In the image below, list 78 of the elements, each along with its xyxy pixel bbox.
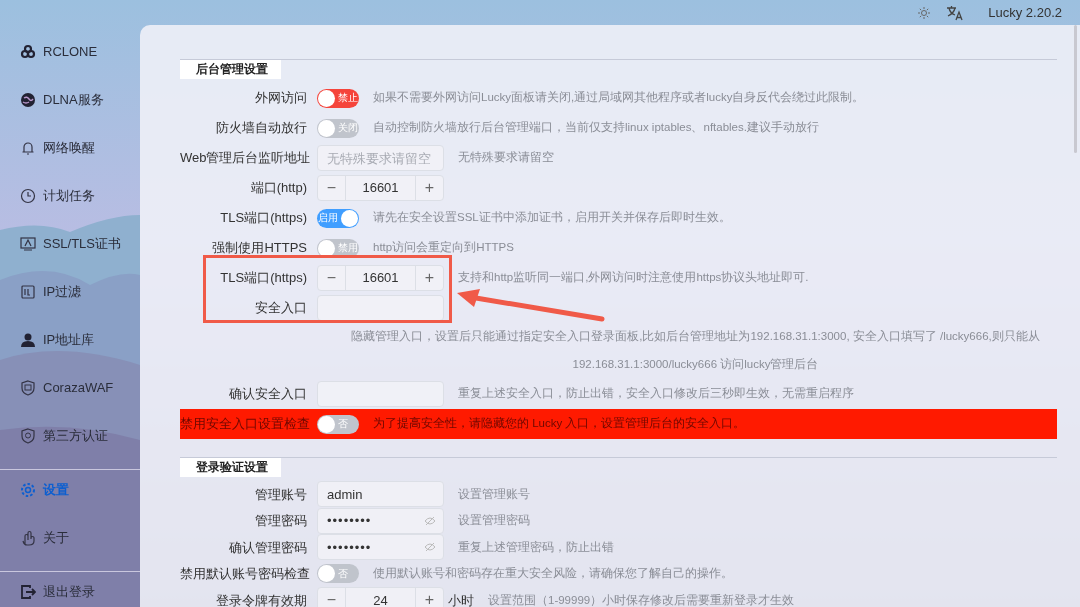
number-stepper[interactable]: − 16601 + [317, 175, 444, 201]
sidebar-item[interactable]: 计划任务 [20, 180, 95, 212]
filter-icon [20, 284, 36, 300]
hand-icon [20, 530, 36, 546]
stepper-value: 16601 [361, 269, 400, 288]
field-label: 管理密码 [254, 512, 307, 530]
text-field[interactable]: •••••••• [317, 534, 444, 561]
hint-text: 为了提高安全性，请隐藏您的 Lucky 入口，设置管理后台的安全入口。 [373, 416, 746, 432]
minus-button[interactable]: − [318, 266, 346, 290]
sidebar-item[interactable]: CorazaWAF [20, 372, 114, 404]
hint-text: 重复上述安全入口，防止出错，安全入口修改后三秒即生效，无需重启程序 [458, 386, 854, 402]
unit-text: 小时 [448, 591, 474, 607]
clock-icon [20, 188, 36, 204]
text-field[interactable]: 无特殊要求请留空 [317, 145, 444, 171]
text-field[interactable]: •••••••• [317, 507, 444, 534]
stepper-value: 24 [372, 591, 389, 607]
hint-text: 隐藏管理入口，设置后只能通过指定安全入口登录面板,比如后台管理地址为192.168.31.1:3000, 安全入口填写了 /lucky666,则只能从 [351, 329, 1040, 345]
toggle-switch[interactable]: 禁止 [317, 88, 359, 108]
logout-icon [20, 584, 36, 600]
field-label: 防火墙自动放行 [215, 119, 307, 138]
user-icon [20, 332, 36, 348]
field-label: 端口(http) [249, 179, 307, 198]
translate-icon[interactable] [946, 4, 965, 21]
shield-icon [20, 380, 36, 396]
section-title: 后台管理设置 [180, 60, 281, 79]
sidebar-item[interactable]: DLNA服务 [20, 84, 104, 116]
plus-button[interactable]: + [415, 266, 443, 290]
field-label: 登录令牌有效期 [215, 591, 307, 607]
scrollbar-thumb[interactable] [1074, 25, 1077, 153]
hint-text: 请先在安全设置SSL证书中添加证书，启用开关并保存后即时生效。 [373, 210, 731, 226]
hint-text: 设置范围（1-99999）小时保存修改后需要重新登录才生效 [488, 592, 795, 607]
sun-icon[interactable] [918, 6, 931, 19]
field-label: 安全入口 [254, 299, 307, 318]
sidebar-item[interactable]: 关于 [20, 522, 69, 554]
certificate-icon [20, 236, 36, 252]
hint-text: 设置管理密码 [458, 513, 530, 529]
section-title: 登录验证设置 [180, 458, 281, 477]
cloud-icon [20, 44, 36, 60]
sidebar-item[interactable]: SSL/TLS证书 [20, 228, 122, 260]
bell-icon [20, 140, 36, 156]
sidebar-item[interactable]: 退出登录 [20, 576, 95, 607]
eye-icon[interactable] [424, 515, 436, 526]
sidebar-item[interactable]: 第三方认证 [20, 420, 108, 452]
hint-text: 支持和http监听同一端口,外网访问时注意使用https协议头地址即可. [458, 270, 809, 286]
number-stepper[interactable]: − 24 + [317, 587, 444, 607]
hint-text: 192.168.31.1:3000/lucky666 访问lucky管理后台 [572, 357, 819, 373]
sidebar-item[interactable]: 网络唤醒 [20, 132, 95, 164]
eye-icon[interactable] [424, 542, 436, 553]
plus-button[interactable]: + [415, 588, 443, 607]
hint-text: 无特殊要求请留空 [458, 150, 554, 166]
field-label: 强制使用HTTPS [211, 239, 307, 258]
sidebar-item[interactable]: IP过滤 [20, 276, 82, 308]
settings-icon [20, 482, 36, 498]
sidebar-item[interactable]: RCLONE [20, 36, 98, 68]
number-stepper[interactable]: − 16601 + [317, 265, 444, 291]
version-text: Lucky 2.20.2 [988, 3, 1062, 22]
stepper-value: 16601 [361, 179, 400, 198]
hint-text: 重复上述管理密码，防止出错 [458, 539, 614, 555]
field-label: 确认安全入口 [228, 385, 307, 404]
shield-icon [20, 428, 36, 444]
field-label: 管理账号 [254, 485, 307, 504]
hint-text: http访问会重定向到HTTPS [373, 240, 514, 256]
field-label: TLS端口(https) [219, 269, 307, 288]
field-label: 外网访问 [254, 89, 307, 108]
sidebar-item[interactable]: IP地址库 [20, 324, 95, 356]
globe-icon [20, 92, 36, 108]
hint-text: 使用默认账号和密码存在重大安全风险，请确保您了解自己的操作。 [373, 566, 733, 582]
field-label: 确认管理密码 [228, 538, 307, 557]
hint-text: 如果不需要外网访问Lucky面板请关闭,通过局域网其他程序或者lucky自身反代会绕过此限制。 [373, 90, 865, 106]
text-field[interactable] [317, 295, 444, 321]
plus-button[interactable]: + [415, 176, 443, 200]
hint-text: 设置管理账号 [458, 486, 530, 502]
text-field[interactable]: admin [317, 481, 444, 508]
minus-button[interactable]: − [318, 588, 346, 607]
field-label: TLS端口(https) [219, 209, 307, 228]
hint-text: 自动控制防火墙放行后台管理端口，当前仅支持linux iptables、nftables.建议手动放行 [373, 120, 819, 136]
toggle-switch[interactable]: 启用 [317, 208, 359, 228]
minus-button[interactable]: − [318, 176, 346, 200]
